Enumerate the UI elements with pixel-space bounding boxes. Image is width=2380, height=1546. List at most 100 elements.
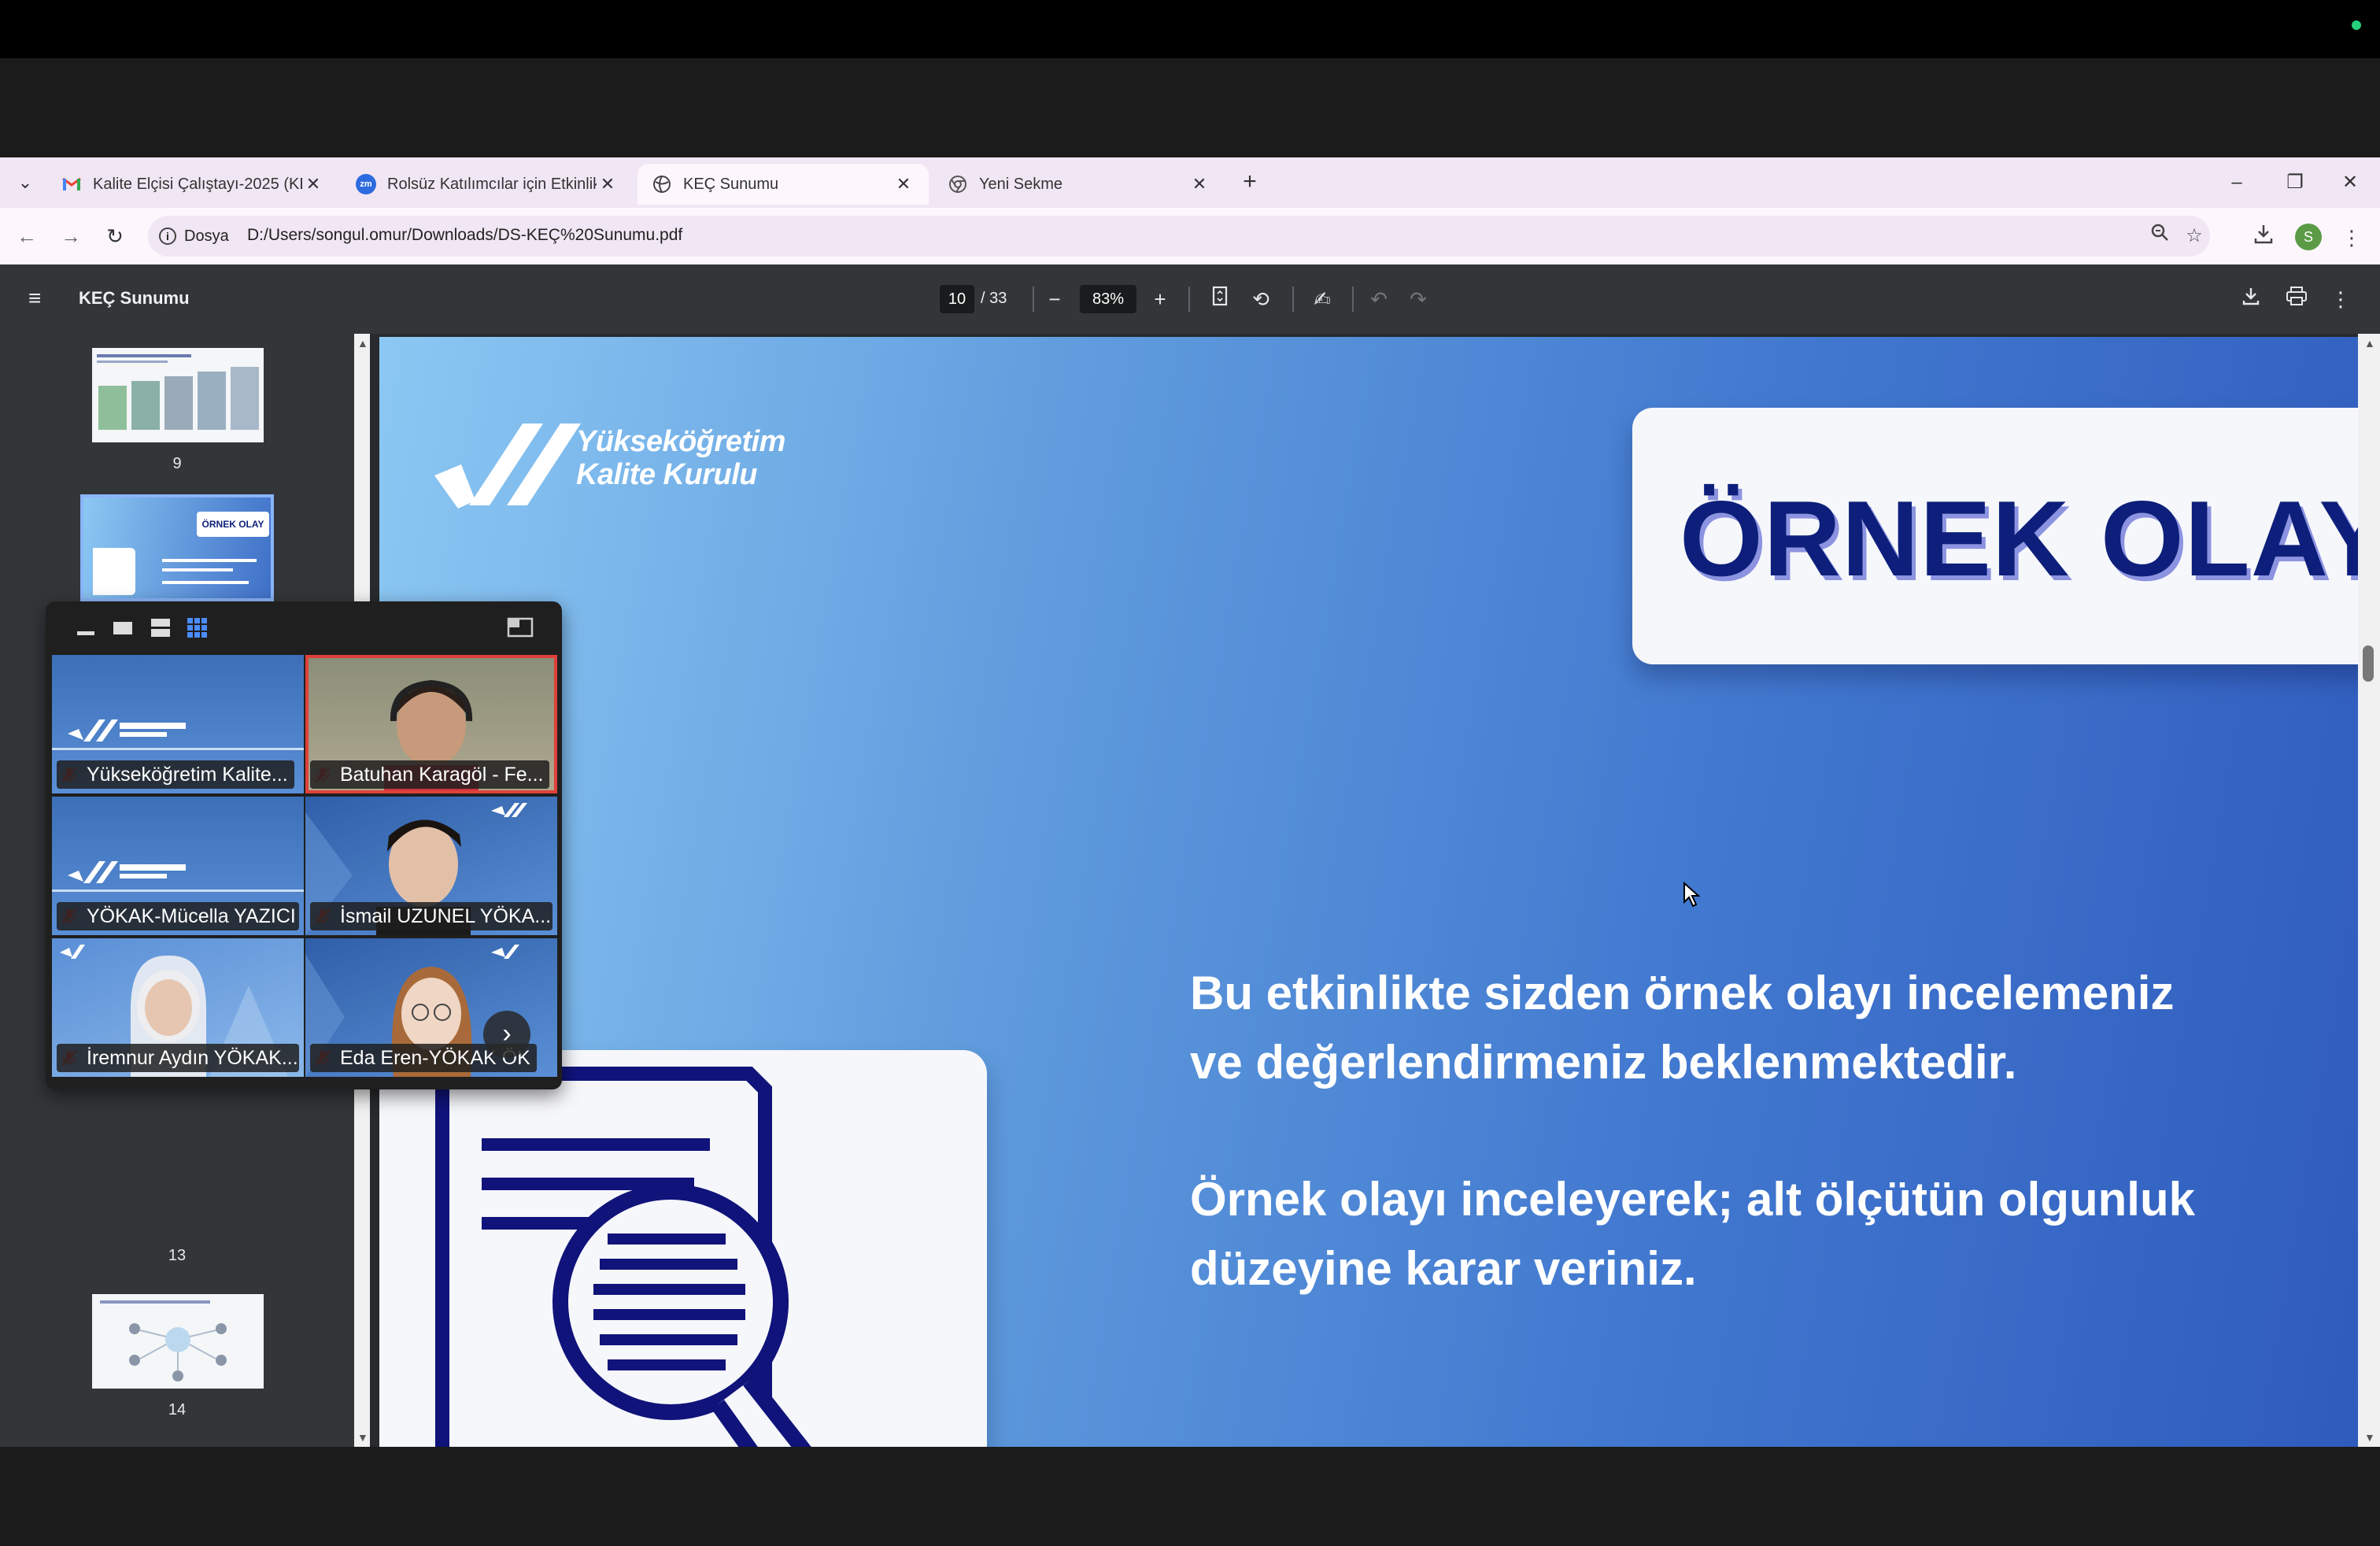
info-icon: i <box>159 227 176 245</box>
thumbnail-page-14[interactable] <box>91 1293 265 1390</box>
close-tab-icon[interactable]: ✕ <box>1188 174 1210 194</box>
participant-tile[interactable]: Yükseköğretim Kalite... <box>52 655 304 793</box>
close-tab-icon[interactable]: ✕ <box>302 174 324 194</box>
annotate-pen-icon[interactable]: ✍ <box>1308 285 1336 313</box>
strip-view-icon[interactable] <box>150 616 172 639</box>
scrollbar-thumb[interactable] <box>2363 645 2374 682</box>
browser-menu-icon[interactable]: ⋮ <box>2336 222 2367 253</box>
chrome-icon <box>948 174 968 194</box>
scroll-down-icon[interactable]: ▼ <box>2364 1431 2375 1444</box>
paragraph-2: Örnek olayı inceleyerek; alt ölçütün olg… <box>1190 1173 2195 1295</box>
zoom-top-bar <box>0 58 2380 157</box>
icon-card <box>379 1050 987 1447</box>
zoom-participants-panel[interactable]: Yükseköğretim Kalite... Batuhan Karagöl … <box>46 601 562 1089</box>
magnifier-doc-icon <box>93 548 135 595</box>
zoom-icon: zm <box>356 174 376 194</box>
paragraph-1: Bu etkinlikte sizden örnek olayı incelem… <box>1190 967 2175 1089</box>
participant-name: İsmail UZUNEL YÖKA... <box>310 902 552 930</box>
toolbar-divider <box>1033 287 1034 312</box>
site-info-chip[interactable]: i Dosya <box>159 222 240 250</box>
close-tab-icon[interactable]: ✕ <box>893 174 915 194</box>
thumbnail-page-9[interactable] <box>91 346 265 444</box>
participant-tile[interactable]: Eda Eren-YÖKAK ÖK <box>305 938 557 1077</box>
next-page-chevron-icon[interactable]: › <box>483 1011 530 1058</box>
screen: ⌄ Kalite Elçisi Çalıştayı-2025 (KEÇ ✕ zm… <box>0 0 2380 1546</box>
participant-name: İremnur Aydın YÖKAK... <box>57 1044 299 1072</box>
fit-page-icon[interactable] <box>1206 285 1234 313</box>
omnibox[interactable]: i Dosya D:/Users/songul.omur/Downloads/D… <box>148 216 2210 257</box>
reload-icon[interactable]: ↻ <box>101 222 129 250</box>
globe-icon <box>652 174 672 194</box>
scroll-down-icon[interactable]: ▼ <box>357 1431 368 1444</box>
gallery-view-icon[interactable] <box>186 616 209 639</box>
close-tab-icon[interactable]: ✕ <box>597 174 619 194</box>
address-bar: ← → ↻ i Dosya D:/Users/songul.omur/Downl… <box>0 208 2380 264</box>
back-arrow-icon[interactable]: ← <box>13 222 41 250</box>
participant-tile[interactable]: YÖKAK-Mücella YAZICI <box>52 797 304 935</box>
slide-page: Yükseköğretim Kalite Kurulu ÖRNEK OLAY B… <box>379 337 2358 1447</box>
participant-tile[interactable]: Batuhan Karagöl - Fe... <box>305 655 557 793</box>
slide-title: ÖRNEK OLAY <box>1680 479 2358 598</box>
main-scrollbar[interactable]: ▲ ▼ <box>2358 334 2380 1447</box>
tab-new-tab[interactable]: Yeni Sekme ✕ <box>933 164 1225 205</box>
document-magnifier-icon <box>435 1067 811 1447</box>
tab-zoom-event[interactable]: zm Rolsüz Katılımcılar için Etkinlik S ✕ <box>342 164 633 205</box>
downloads-icon[interactable] <box>2248 222 2279 253</box>
tab-title: Kalite Elçisi Çalıştayı-2025 (KEÇ <box>93 175 302 193</box>
exit-minimized-icon[interactable] <box>507 616 534 639</box>
zoom-bottom-bar <box>0 1447 2380 1546</box>
close-window-icon[interactable]: ✕ <box>2331 168 2369 197</box>
page-number-input[interactable]: 10 <box>940 285 974 313</box>
bookmark-star-icon[interactable]: ☆ <box>2180 222 2208 250</box>
thumbnail-number: 9 <box>172 455 182 472</box>
mouse-cursor-icon <box>1683 882 1701 908</box>
zoom-magnifier-icon[interactable] <box>2145 222 2174 250</box>
gmail-icon <box>61 174 82 194</box>
zoom-in-icon[interactable]: + <box>1146 285 1174 313</box>
new-tab-plus-icon[interactable]: + <box>1236 168 1264 197</box>
thumbnail-title: ÖRNEK OLAY <box>197 512 269 537</box>
url-text[interactable]: D:/Users/songul.omur/Downloads/DS-KEÇ%20… <box>247 226 682 245</box>
pdf-download-icon[interactable] <box>2237 285 2265 313</box>
speaker-view-icon[interactable] <box>112 616 134 639</box>
tab-title: KEÇ Sunumu <box>683 175 779 193</box>
profile-avatar[interactable]: S <box>2295 224 2322 250</box>
participant-name: YÖKAK-Mücella YAZICI <box>57 902 299 930</box>
zoom-out-icon[interactable]: − <box>1040 285 1069 313</box>
participant-name: Batuhan Karagöl - Fe... <box>310 760 550 789</box>
logo-text: Yükseköğretim Kalite Kurulu <box>576 425 785 491</box>
thumbnail-number: 14 <box>168 1401 187 1418</box>
site-label: Dosya <box>184 227 229 245</box>
tab-search-chevron-icon[interactable]: ⌄ <box>11 168 39 197</box>
tab-gmail[interactable]: Kalite Elçisi Çalıştayı-2025 (KEÇ ✕ <box>47 164 338 205</box>
restore-icon[interactable]: ❐ <box>2276 168 2314 197</box>
tab-bar: ⌄ Kalite Elçisi Çalıştayı-2025 (KEÇ ✕ zm… <box>0 157 2380 208</box>
pdf-toolbar: ≡ KEÇ Sunumu 10 / 33 − 83% + ⟲ ✍ ↶ ↷ ⋮ <box>0 264 2380 334</box>
rotate-icon[interactable]: ⟲ <box>1247 285 1275 313</box>
scroll-up-icon[interactable]: ▲ <box>2364 337 2375 350</box>
participant-name: Yükseköğretim Kalite... <box>57 760 294 789</box>
participant-tile[interactable]: İremnur Aydın YÖKAK... <box>52 938 304 1077</box>
thumbnail-number: 13 <box>168 1247 187 1264</box>
participant-tile[interactable]: İsmail UZUNEL YÖKA... <box>305 797 557 935</box>
tab-title: Yeni Sekme <box>979 175 1062 193</box>
minimize-icon[interactable]: – <box>2218 168 2256 197</box>
pdf-more-icon[interactable]: ⋮ <box>2326 285 2355 313</box>
print-icon[interactable] <box>2282 285 2311 313</box>
tab-kec-sunumu[interactable]: KEÇ Sunumu ✕ <box>638 164 929 205</box>
toolbar-divider <box>1292 287 1294 312</box>
camera-indicator <box>2352 20 2361 30</box>
redo-icon[interactable]: ↷ <box>1404 285 1432 313</box>
page-total: / 33 <box>981 290 1007 307</box>
toolbar-divider <box>1188 287 1190 312</box>
thumbnail-page-10[interactable]: ÖRNEK OLAY <box>80 494 274 601</box>
scroll-up-icon[interactable]: ▲ <box>357 337 368 350</box>
zoom-level-input[interactable]: 83% <box>1080 285 1136 313</box>
tab-title: Rolsüz Katılımcılar için Etkinlik S <box>387 175 597 193</box>
undo-icon[interactable]: ↶ <box>1365 285 1393 313</box>
minimize-panel-icon[interactable] <box>76 616 96 639</box>
forward-arrow-icon[interactable]: → <box>57 222 85 250</box>
toolbar-divider <box>1352 287 1354 312</box>
document-title: KEÇ Sunumu <box>79 288 190 308</box>
hamburger-menu-icon[interactable]: ≡ <box>28 287 52 310</box>
